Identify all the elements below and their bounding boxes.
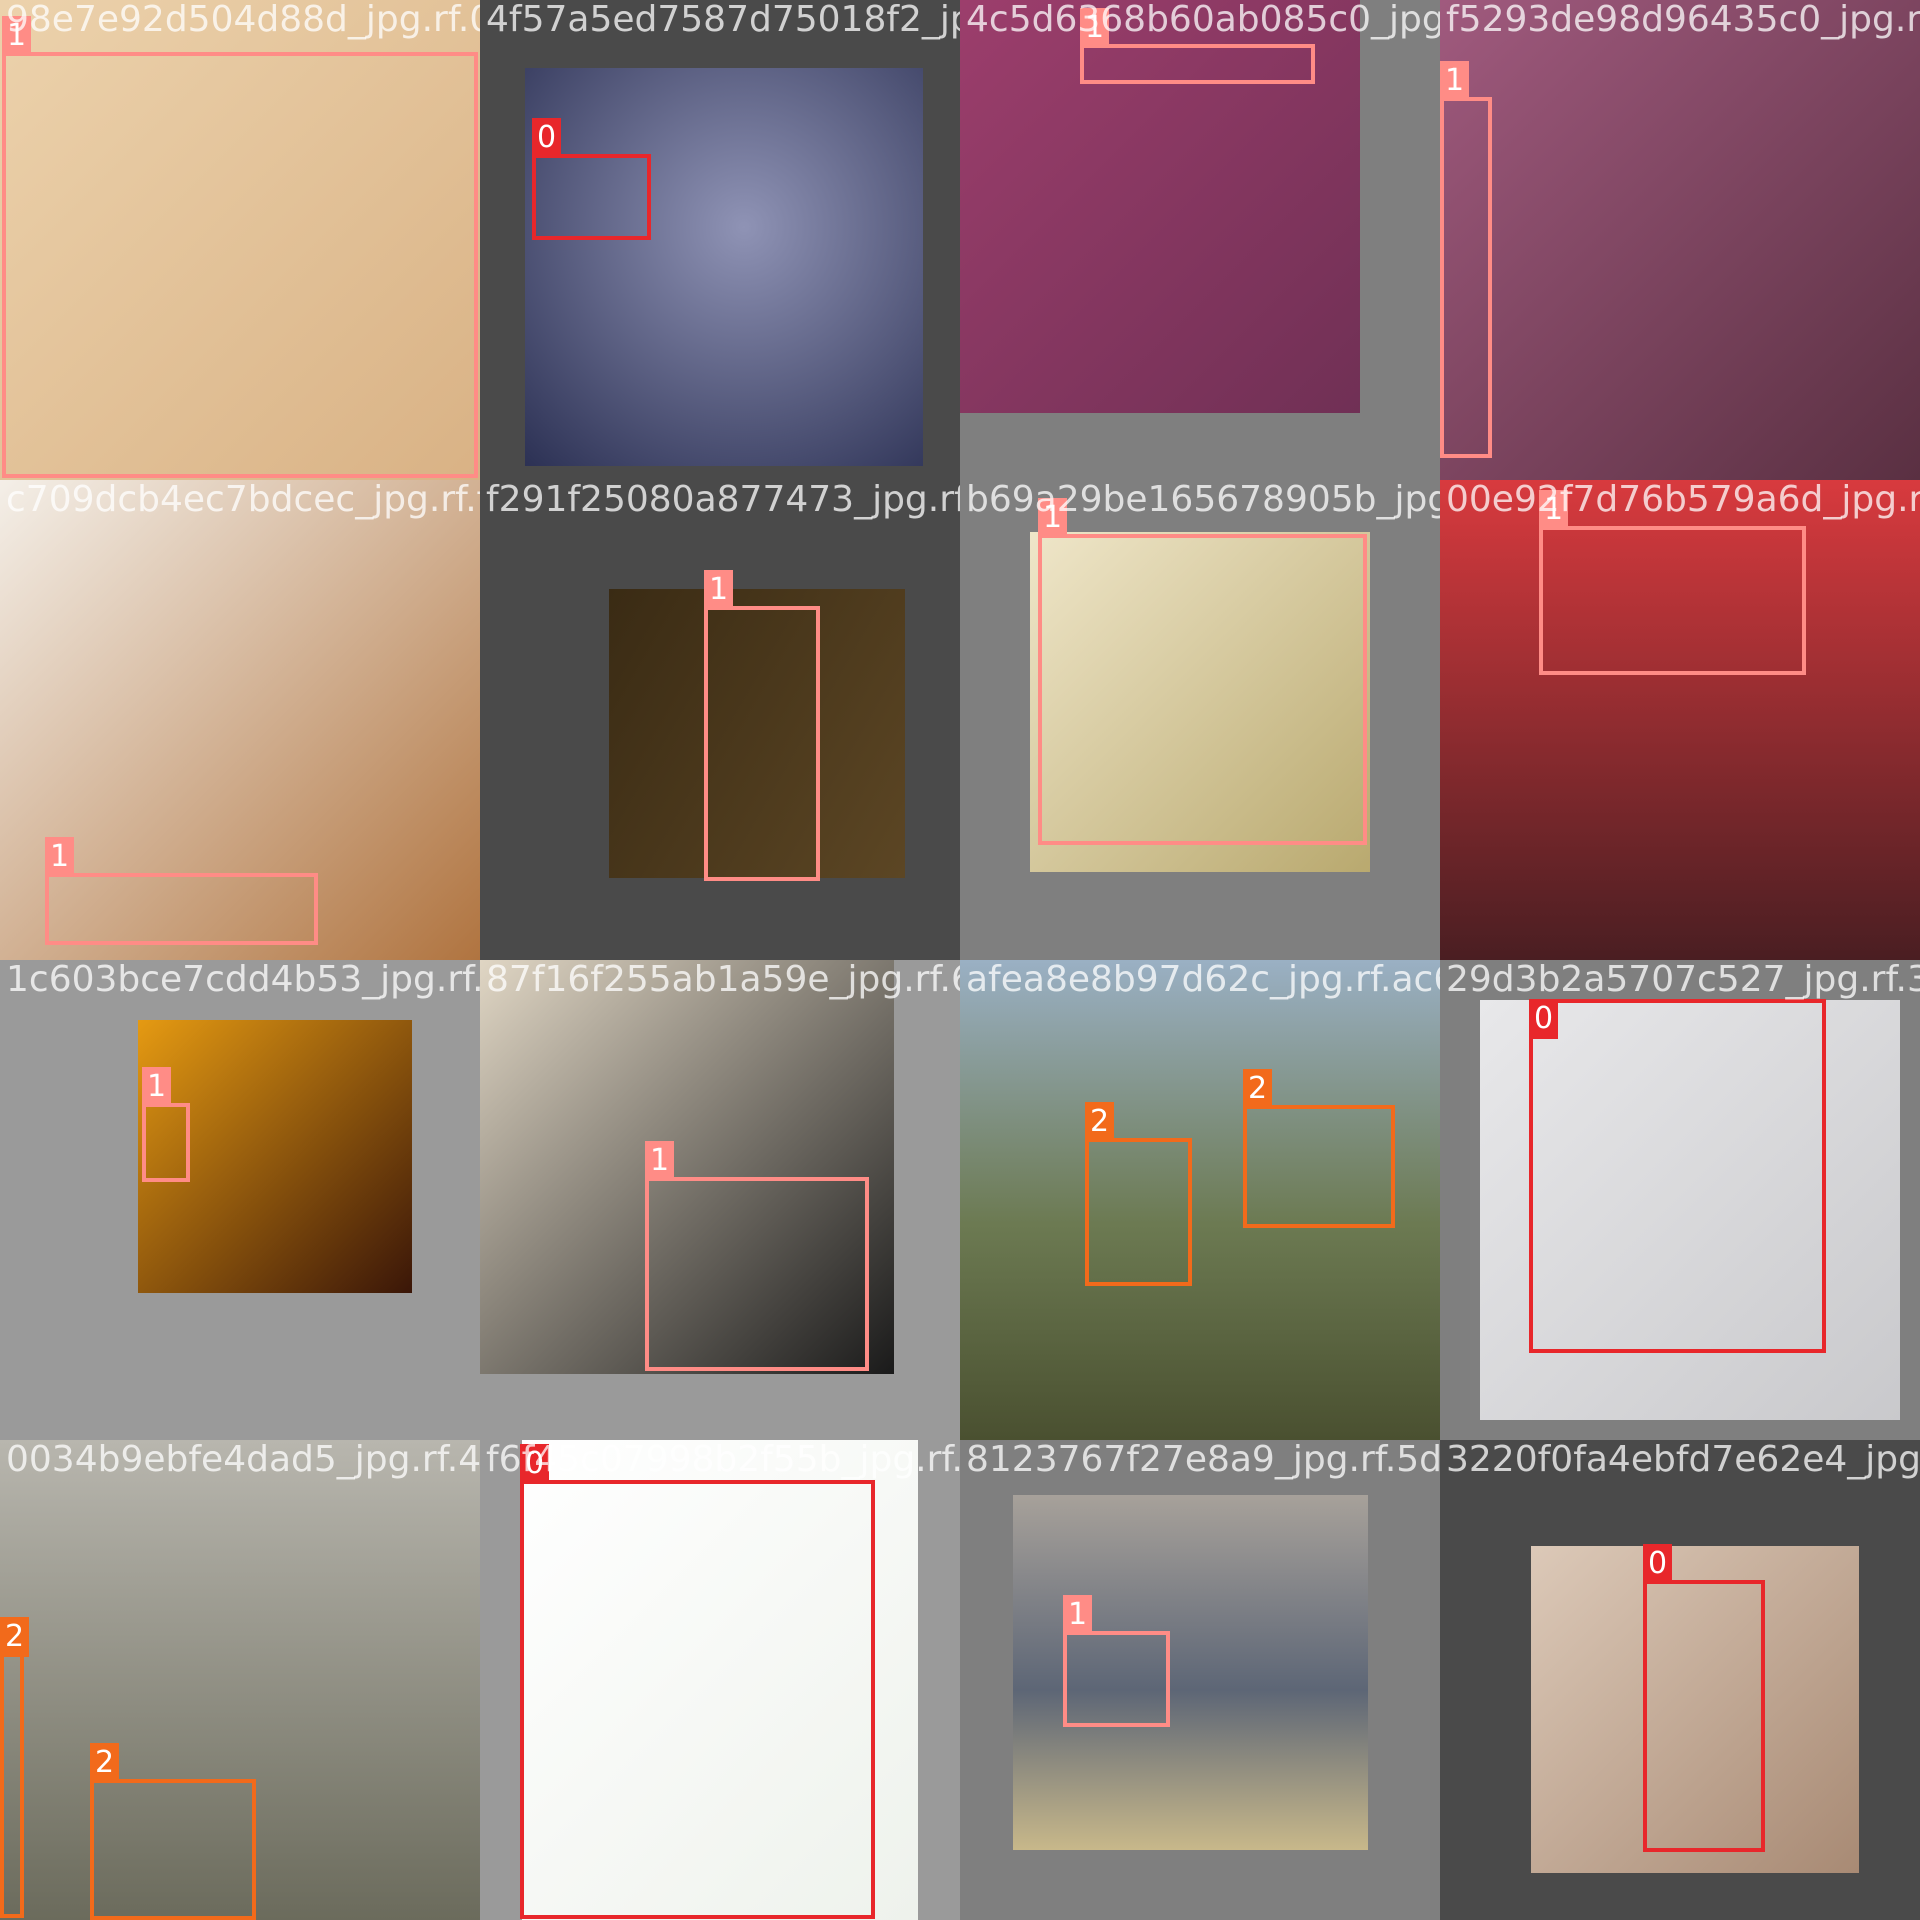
tile-filename: 1c603bce7cdd4b53_jpg.rf.f44: [6, 960, 480, 1000]
class-label: 1: [142, 1067, 172, 1107]
class-label: 0: [1643, 1544, 1673, 1584]
mosaic-tile: 1 98e7e92d504d88d_jpg.rf.04: [0, 0, 480, 480]
class-label: 0: [532, 118, 562, 158]
bounding-box: 1: [1063, 1595, 1170, 1727]
bounding-box: 1: [1539, 490, 1806, 675]
class-label: 1: [45, 837, 75, 877]
mosaic-tile: 1 1c603bce7cdd4b53_jpg.rf.f44: [0, 960, 480, 1440]
class-label: 1: [645, 1141, 675, 1181]
bounding-box: 2: [0, 1617, 30, 1918]
bounding-box: 1: [1038, 498, 1367, 845]
class-label: 2: [1243, 1069, 1273, 1109]
class-label: 2: [1085, 1102, 1115, 1142]
mosaic-tile: 0f6f45c07998b2f55b_jpg.rf.b64: [480, 1440, 960, 1920]
class-label: 2: [90, 1743, 120, 1783]
bounding-box: 2: [90, 1743, 256, 1920]
tile-photo: [1440, 0, 1920, 480]
mosaic-tile: 1 00e92f7d76b579a6d_jpg.rf.2: [1440, 480, 1920, 960]
bounding-box: 2: [1243, 1069, 1395, 1228]
tile-filename: 4f57a5ed7587d75018f2_jpg.rf.644: [486, 0, 960, 40]
class-label: 1: [2, 16, 32, 56]
tile-filename: f291f25080a877473_jpg.rf.950: [486, 480, 960, 520]
class-label: 1: [1539, 490, 1569, 530]
tile-photo: [525, 68, 923, 466]
mosaic-tile: 1 8123767f27e8a9_jpg.rf.5de: [960, 1440, 1440, 1920]
class-label: 1: [704, 570, 734, 610]
class-label: 1: [1440, 61, 1470, 101]
bounding-box: 1: [645, 1141, 869, 1371]
class-label: 0: [520, 1444, 550, 1484]
mosaic-tile: 1 87f16f255ab1a59e_jpg.rf.64: [480, 960, 960, 1440]
mosaic-tile: 1f5293de98d96435c0_jpg.rf.88: [1440, 0, 1920, 480]
bounding-box: 0: [1529, 999, 1826, 1353]
mosaic-tile: 2 2 afea8e8b97d62c_jpg.rf.ac6: [960, 960, 1440, 1440]
mosaic-grid: 1 98e7e92d504d88d_jpg.rf.04 0 4f57a5ed7587d…: [0, 0, 1920, 1920]
bounding-box: 1: [142, 1067, 190, 1182]
mosaic-tile: 1b69a29be165678905b_jpg.rf.80: [960, 480, 1440, 960]
class-label: 0: [1529, 999, 1559, 1039]
bounding-box: 1: [45, 837, 318, 945]
bounding-box: 0: [520, 1444, 875, 1919]
mosaic-tile: 0 29d3b2a5707c527_jpg.rf.30: [1440, 960, 1920, 1440]
class-label: 1: [1063, 1595, 1093, 1635]
tile-filename: 3220f0fa4ebfd7e62e4_jpg.rf.48: [1446, 1440, 1920, 1480]
bounding-box: 1: [704, 570, 820, 881]
mosaic-tile: 2 2 0034b9ebfe4dad5_jpg.rf.4a: [0, 1440, 480, 1920]
mosaic-tile: 0 4f57a5ed7587d75018f2_jpg.rf.644: [480, 0, 960, 480]
mosaic-tile: 0 3220f0fa4ebfd7e62e4_jpg.rf.48: [1440, 1440, 1920, 1920]
bounding-box: 1: [1080, 8, 1315, 84]
bounding-box: 0: [532, 118, 651, 240]
class-label: 2: [0, 1617, 30, 1657]
bounding-box: 1: [2, 16, 478, 478]
tile-filename: 29d3b2a5707c527_jpg.rf.30: [1446, 960, 1920, 1000]
mosaic-tile: 1 c709dcb4ec7bdcec_jpg.rf.fbf: [0, 480, 480, 960]
bounding-box: 1: [1440, 61, 1492, 458]
class-label: 1: [1080, 8, 1110, 48]
mosaic-tile: 14c5d6368b60ab085c0_jpg.rf.8f5: [960, 0, 1440, 480]
class-label: 1: [1038, 498, 1068, 538]
bounding-box: 2: [1085, 1102, 1192, 1286]
bounding-box: 0: [1643, 1544, 1765, 1852]
tile-filename: 8123767f27e8a9_jpg.rf.5de: [966, 1440, 1440, 1480]
mosaic-tile: 1 f291f25080a877473_jpg.rf.950: [480, 480, 960, 960]
